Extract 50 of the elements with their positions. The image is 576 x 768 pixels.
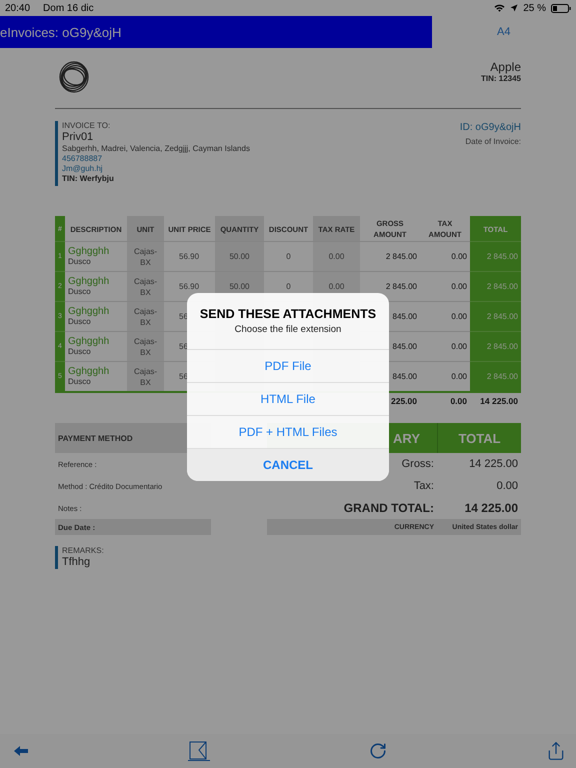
client-address: Sabgerhh, Madrei, Valencia, Zedgjjj, Cayman Islands bbox=[62, 144, 250, 154]
table-cell: 50.00 bbox=[215, 241, 264, 271]
table-cell: Cajas-BX bbox=[127, 361, 164, 391]
remarks-text: Tfhhg bbox=[62, 556, 92, 569]
table-cell: Cajas-BX bbox=[127, 331, 164, 361]
client-email[interactable]: Jm@guh.hj bbox=[62, 164, 250, 174]
client-name: Priv01 bbox=[62, 131, 94, 144]
invoice-to-label: INVOICE TO: bbox=[62, 121, 112, 131]
summary-value: 14 225.00 bbox=[469, 458, 519, 470]
back-button[interactable] bbox=[14, 746, 28, 756]
remarks-label: REMARKS: bbox=[62, 546, 105, 556]
table-cell: 2 845.00 bbox=[470, 241, 521, 271]
invoice-id: ID: oG9y&ojH bbox=[460, 121, 521, 134]
battery-icon bbox=[551, 4, 571, 12]
table-cell: 0.00 bbox=[313, 241, 360, 271]
total-cell-text: 0.00 bbox=[449, 395, 468, 408]
table-cell: 2 845.00 bbox=[470, 331, 521, 361]
battery-percent: 25 % bbox=[523, 2, 546, 14]
table-cell: 2 845.00 bbox=[470, 271, 521, 301]
summary-label: Tax: bbox=[414, 480, 435, 492]
dialog-subtitle: Choose the file extension bbox=[234, 323, 342, 337]
client-tin: TIN: Werfybju bbox=[62, 174, 115, 184]
wifi-icon bbox=[494, 4, 506, 12]
company-name: Apple bbox=[490, 60, 521, 74]
status-time: 20:40 bbox=[5, 2, 30, 14]
total-cell-text: 225.00 bbox=[390, 395, 418, 408]
title-bar: eInvoices: oG9y&ojH bbox=[0, 16, 432, 48]
invoice-date-label: Date of Invoice: bbox=[465, 137, 521, 147]
summary-label: Gross: bbox=[402, 458, 435, 470]
paper-size-link[interactable]: A4 bbox=[497, 26, 510, 38]
logo-icon bbox=[58, 60, 90, 94]
summary-label: GRAND TOTAL: bbox=[344, 501, 435, 515]
company-tin: TIN: 12345 bbox=[480, 74, 521, 83]
table-cell: Cajas-BX bbox=[127, 271, 164, 301]
status-date: Dom 16 dic bbox=[43, 2, 94, 14]
refresh-button[interactable] bbox=[369, 742, 388, 760]
file-option-button[interactable]: PDF File bbox=[187, 349, 389, 382]
file-option-button[interactable]: HTML File bbox=[187, 382, 389, 415]
total-cell-text: 14 225.00 bbox=[479, 395, 519, 408]
table-cell: Cajas-BX bbox=[127, 241, 164, 271]
client-phone[interactable]: 456788887 bbox=[62, 154, 250, 164]
summary-value: 14 225.00 bbox=[464, 501, 519, 515]
cancel-button[interactable]: CANCEL bbox=[187, 448, 389, 481]
bookmark-button[interactable] bbox=[186, 741, 211, 761]
location-icon bbox=[510, 4, 518, 12]
table-cell: Cajas-BX bbox=[127, 301, 164, 331]
total-header: TOTAL bbox=[437, 423, 521, 453]
table-cell: 2 845.00 bbox=[470, 361, 521, 391]
table-cell: 2 845.00 bbox=[470, 301, 521, 331]
summary-value: 0.00 bbox=[496, 480, 519, 492]
